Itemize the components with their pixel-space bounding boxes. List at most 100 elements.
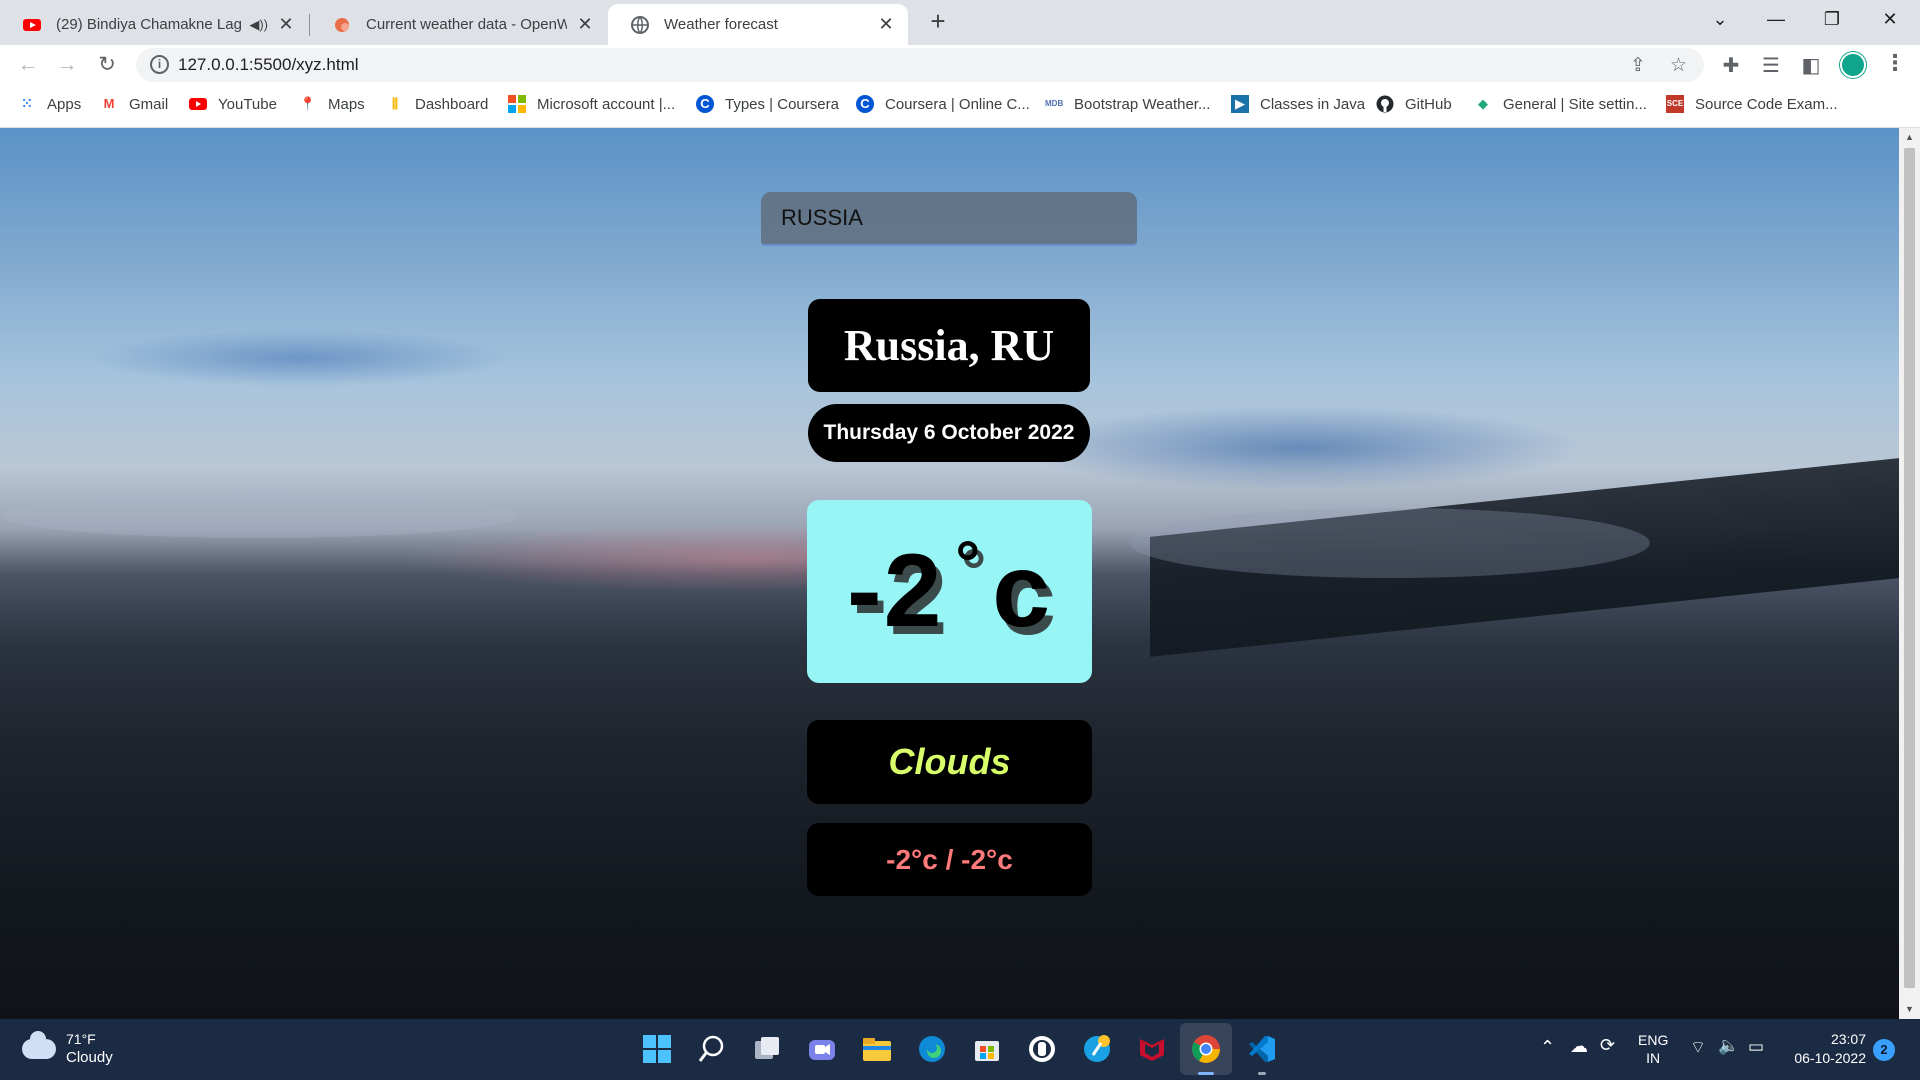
app-icon[interactable] bbox=[1026, 1033, 1058, 1065]
bookmark-bootstrap-weather[interactable]: MDB Bootstrap Weather... bbox=[1045, 95, 1210, 113]
bookmark-gmail[interactable]: M Gmail bbox=[100, 95, 169, 113]
bookmark-label: YouTube bbox=[218, 95, 277, 113]
share-icon[interactable]: ⇪ bbox=[1630, 54, 1646, 77]
bookmark-label: Types | Coursera bbox=[725, 95, 839, 113]
url-text[interactable]: 127.0.0.1:5500/xyz.html bbox=[178, 55, 359, 75]
bookmark-source-code[interactable]: SCE Source Code Exam... bbox=[1666, 95, 1838, 113]
temperature-unit: c bbox=[992, 533, 1053, 649]
scrollbar-thumb[interactable] bbox=[1904, 148, 1915, 988]
maps-pin-icon: 📍 bbox=[299, 96, 317, 111]
bookmark-youtube[interactable]: YouTube bbox=[189, 95, 277, 113]
task-view-icon[interactable] bbox=[751, 1033, 783, 1065]
reload-button[interactable]: ↻ bbox=[93, 51, 121, 79]
scroll-down-arrow-icon[interactable]: ▼ bbox=[1899, 1004, 1920, 1014]
background-water bbox=[0, 493, 520, 538]
menu-kebab-icon[interactable]: ⋮ bbox=[1884, 50, 1906, 76]
video-play-icon: ▶ bbox=[1231, 95, 1249, 113]
forward-button[interactable]: → bbox=[53, 51, 81, 79]
tab-title: Current weather data - OpenWea bbox=[366, 16, 567, 33]
reading-list-icon[interactable]: ☰ bbox=[1758, 53, 1784, 78]
region-code: IN bbox=[1646, 1050, 1661, 1066]
vscode-icon[interactable] bbox=[1246, 1033, 1278, 1065]
page-scrollbar[interactable]: ▲ ▼ bbox=[1899, 128, 1920, 1019]
bookmark-label: Dashboard bbox=[415, 95, 489, 113]
app-icon[interactable] bbox=[1081, 1033, 1113, 1065]
back-button[interactable]: ← bbox=[14, 51, 42, 79]
weather-condition: Clouds bbox=[807, 720, 1092, 804]
location-title: Russia, RU bbox=[808, 299, 1090, 392]
edge-icon[interactable] bbox=[916, 1033, 948, 1065]
source-code-icon: SCE bbox=[1666, 95, 1684, 113]
globe-icon bbox=[631, 15, 649, 34]
clock[interactable]: 23:07 06-10-2022 bbox=[1782, 1030, 1866, 1068]
city-search-input[interactable] bbox=[761, 192, 1137, 246]
bookmark-microsoft-account[interactable]: Microsoft account |... bbox=[508, 95, 675, 113]
cloud-icon bbox=[22, 1030, 56, 1059]
teams-chat-icon[interactable] bbox=[806, 1033, 838, 1065]
site-info-icon[interactable]: i bbox=[150, 55, 169, 74]
sync-icon[interactable]: ⟳ bbox=[1600, 1035, 1615, 1056]
new-tab-button[interactable]: + bbox=[923, 7, 953, 37]
chrome-active-indicator bbox=[1198, 1072, 1214, 1075]
tab-openweather[interactable]: Current weather data - OpenWea ✕ bbox=[310, 4, 607, 45]
language-indicator[interactable]: ENG IN bbox=[1638, 1031, 1668, 1067]
windows-taskbar: 71°F Cloudy ⌃ ☁ ⟳ ENG IN ⌔ 🔈 ▭ 23:07 06-… bbox=[0, 1019, 1920, 1080]
search-icon[interactable] bbox=[696, 1033, 728, 1065]
widget-temperature: 71°F bbox=[66, 1031, 96, 1047]
apps-grid-icon: ⁙ bbox=[21, 96, 33, 111]
show-hidden-icons-chevron-icon[interactable]: ⌃ bbox=[1540, 1037, 1555, 1058]
bookmark-dashboard[interactable]: ⫼ Dashboard bbox=[386, 95, 488, 113]
tab-weather-forecast[interactable]: Weather forecast ✕ bbox=[608, 4, 908, 45]
bookmarks-bar: ⁙ Apps M Gmail YouTube 📍 Maps ⫼ Dashboar… bbox=[0, 85, 1920, 128]
battery-icon[interactable]: ▭ bbox=[1748, 1037, 1764, 1057]
tab-search-chevron-icon[interactable]: ⌄ bbox=[1692, 0, 1748, 40]
microsoft-icon bbox=[508, 95, 526, 113]
bookmark-classes-java[interactable]: ▶ Classes in Java bbox=[1231, 95, 1365, 113]
page-viewport: Russia, RU Thursday 6 October 2022 -2 ° … bbox=[0, 128, 1899, 1019]
bookmark-apps[interactable]: ⁙ Apps bbox=[18, 95, 82, 113]
bookmark-label: Maps bbox=[328, 95, 365, 113]
chrome-icon[interactable] bbox=[1190, 1033, 1222, 1065]
close-tab-icon[interactable]: ✕ bbox=[276, 14, 296, 35]
tab-title: Weather forecast bbox=[664, 16, 778, 33]
language-code: ENG bbox=[1638, 1032, 1669, 1048]
background-water bbox=[1130, 508, 1650, 578]
bookmark-star-icon[interactable]: ☆ bbox=[1670, 54, 1687, 77]
bookmark-coursera-online[interactable]: C Coursera | Online C... bbox=[856, 95, 1030, 113]
wifi-icon[interactable]: ⌔ bbox=[1690, 1037, 1706, 1058]
minimize-button[interactable]: — bbox=[1748, 0, 1804, 40]
temperature-value: -2 bbox=[846, 533, 944, 649]
notification-badge[interactable]: 2 bbox=[1873, 1039, 1895, 1061]
close-tab-icon[interactable]: ✕ bbox=[876, 14, 896, 35]
tab-title: (29) Bindiya Chamakne Lagi | bbox=[56, 16, 244, 33]
onedrive-cloud-icon[interactable]: ☁ bbox=[1570, 1036, 1588, 1057]
microsoft-store-icon[interactable] bbox=[971, 1033, 1003, 1065]
widget-condition: Cloudy bbox=[66, 1049, 113, 1066]
coursera-icon: C bbox=[696, 95, 714, 113]
address-bar[interactable]: i 127.0.0.1:5500/xyz.html ⇪ ☆ bbox=[136, 48, 1704, 82]
scroll-up-arrow-icon[interactable]: ▲ bbox=[1899, 132, 1920, 142]
extensions-icon[interactable]: ✚ bbox=[1718, 53, 1744, 78]
bookmark-maps[interactable]: 📍 Maps bbox=[299, 95, 365, 113]
youtube-icon bbox=[189, 98, 207, 110]
bookmark-types-coursera[interactable]: C Types | Coursera bbox=[696, 95, 839, 113]
bookmark-general-site-settings[interactable]: ◆ General | Site settin... bbox=[1474, 95, 1647, 113]
start-icon[interactable] bbox=[641, 1033, 673, 1065]
close-tab-icon[interactable]: ✕ bbox=[575, 14, 595, 35]
bookmark-label: Bootstrap Weather... bbox=[1074, 95, 1211, 113]
clock-time: 23:07 bbox=[1830, 1031, 1866, 1047]
close-window-button[interactable]: ✕ bbox=[1862, 0, 1918, 40]
tab-youtube[interactable]: (29) Bindiya Chamakne Lagi | ◀)) ✕ bbox=[0, 4, 308, 45]
bookmark-label: Coursera | Online C... bbox=[885, 95, 1030, 113]
restore-button[interactable]: ❐ bbox=[1804, 0, 1860, 40]
volume-icon[interactable]: 🔈 bbox=[1718, 1036, 1739, 1056]
youtube-icon bbox=[23, 18, 41, 31]
bookmark-github[interactable]: GitHub bbox=[1376, 95, 1452, 113]
taskbar-weather-widget[interactable]: 71°F Cloudy bbox=[22, 1030, 113, 1067]
side-panel-icon[interactable]: ◧ bbox=[1798, 53, 1824, 78]
file-explorer-icon[interactable] bbox=[861, 1033, 893, 1065]
mcafee-icon[interactable] bbox=[1136, 1033, 1168, 1065]
speaker-icon[interactable]: ◀)) bbox=[249, 17, 268, 33]
vscode-running-indicator bbox=[1258, 1072, 1266, 1075]
profile-avatar[interactable] bbox=[1840, 52, 1866, 78]
